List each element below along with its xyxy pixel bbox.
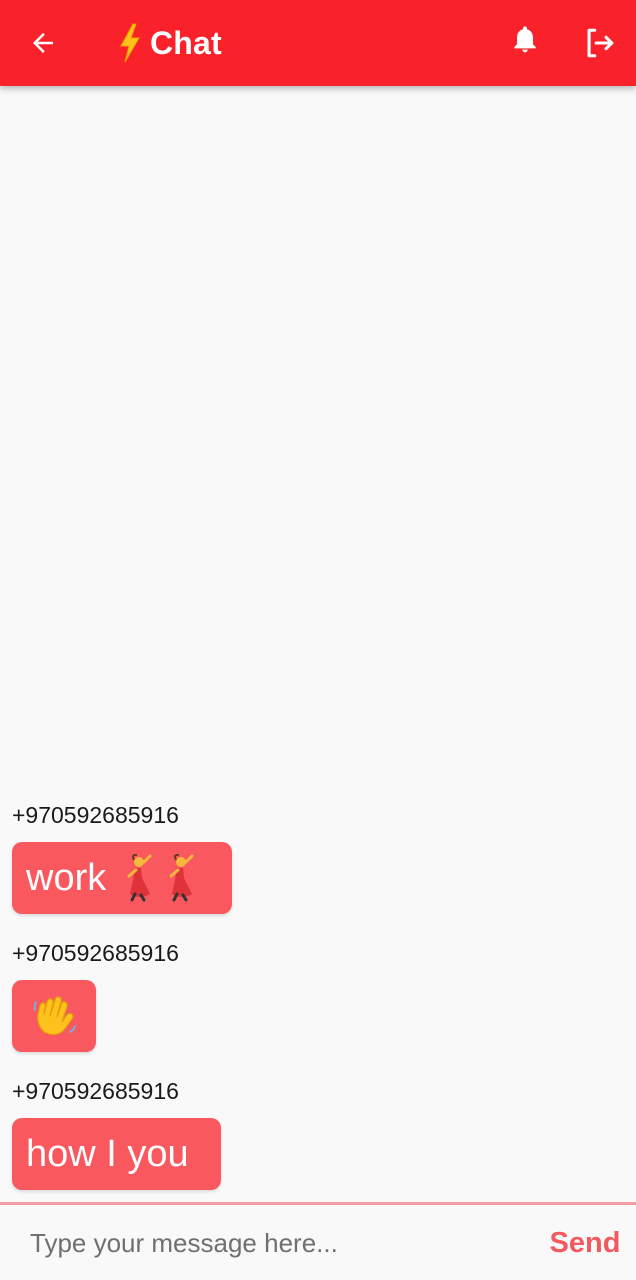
- message-text: how I you: [26, 1132, 189, 1175]
- message-composer: Send: [0, 1202, 636, 1280]
- app-title: Chat: [116, 21, 222, 65]
- logout-icon: [587, 28, 614, 58]
- bell-icon: [514, 26, 536, 53]
- back-button[interactable]: [16, 20, 70, 66]
- send-button[interactable]: Send: [540, 1221, 630, 1265]
- message-list[interactable]: +970592685916 work +970592685916 +970592…: [0, 86, 636, 1202]
- message-bubble[interactable]: how I you: [12, 1118, 221, 1190]
- waving-hand-icon: [30, 992, 78, 1040]
- logout-button[interactable]: [572, 20, 626, 66]
- notifications-button[interactable]: [500, 16, 550, 62]
- dancer-icon: [120, 854, 204, 902]
- message-bubble[interactable]: work: [12, 842, 232, 914]
- arrow-back-icon: [33, 33, 53, 53]
- message-sender: +970592685916: [12, 1078, 179, 1104]
- page-title: Chat: [150, 24, 222, 61]
- message-item: +970592685916 how I you: [12, 1076, 221, 1190]
- message-item: +970592685916 work: [12, 800, 232, 914]
- app-bar: Chat: [0, 0, 636, 86]
- lightning-bolt-icon: [120, 23, 140, 63]
- message-text: work: [26, 856, 107, 899]
- message-input[interactable]: [14, 1219, 524, 1267]
- message-sender: +970592685916: [12, 802, 179, 828]
- message-item: +970592685916: [12, 938, 179, 1052]
- message-bubble[interactable]: [12, 980, 96, 1052]
- message-sender: +970592685916: [12, 940, 179, 966]
